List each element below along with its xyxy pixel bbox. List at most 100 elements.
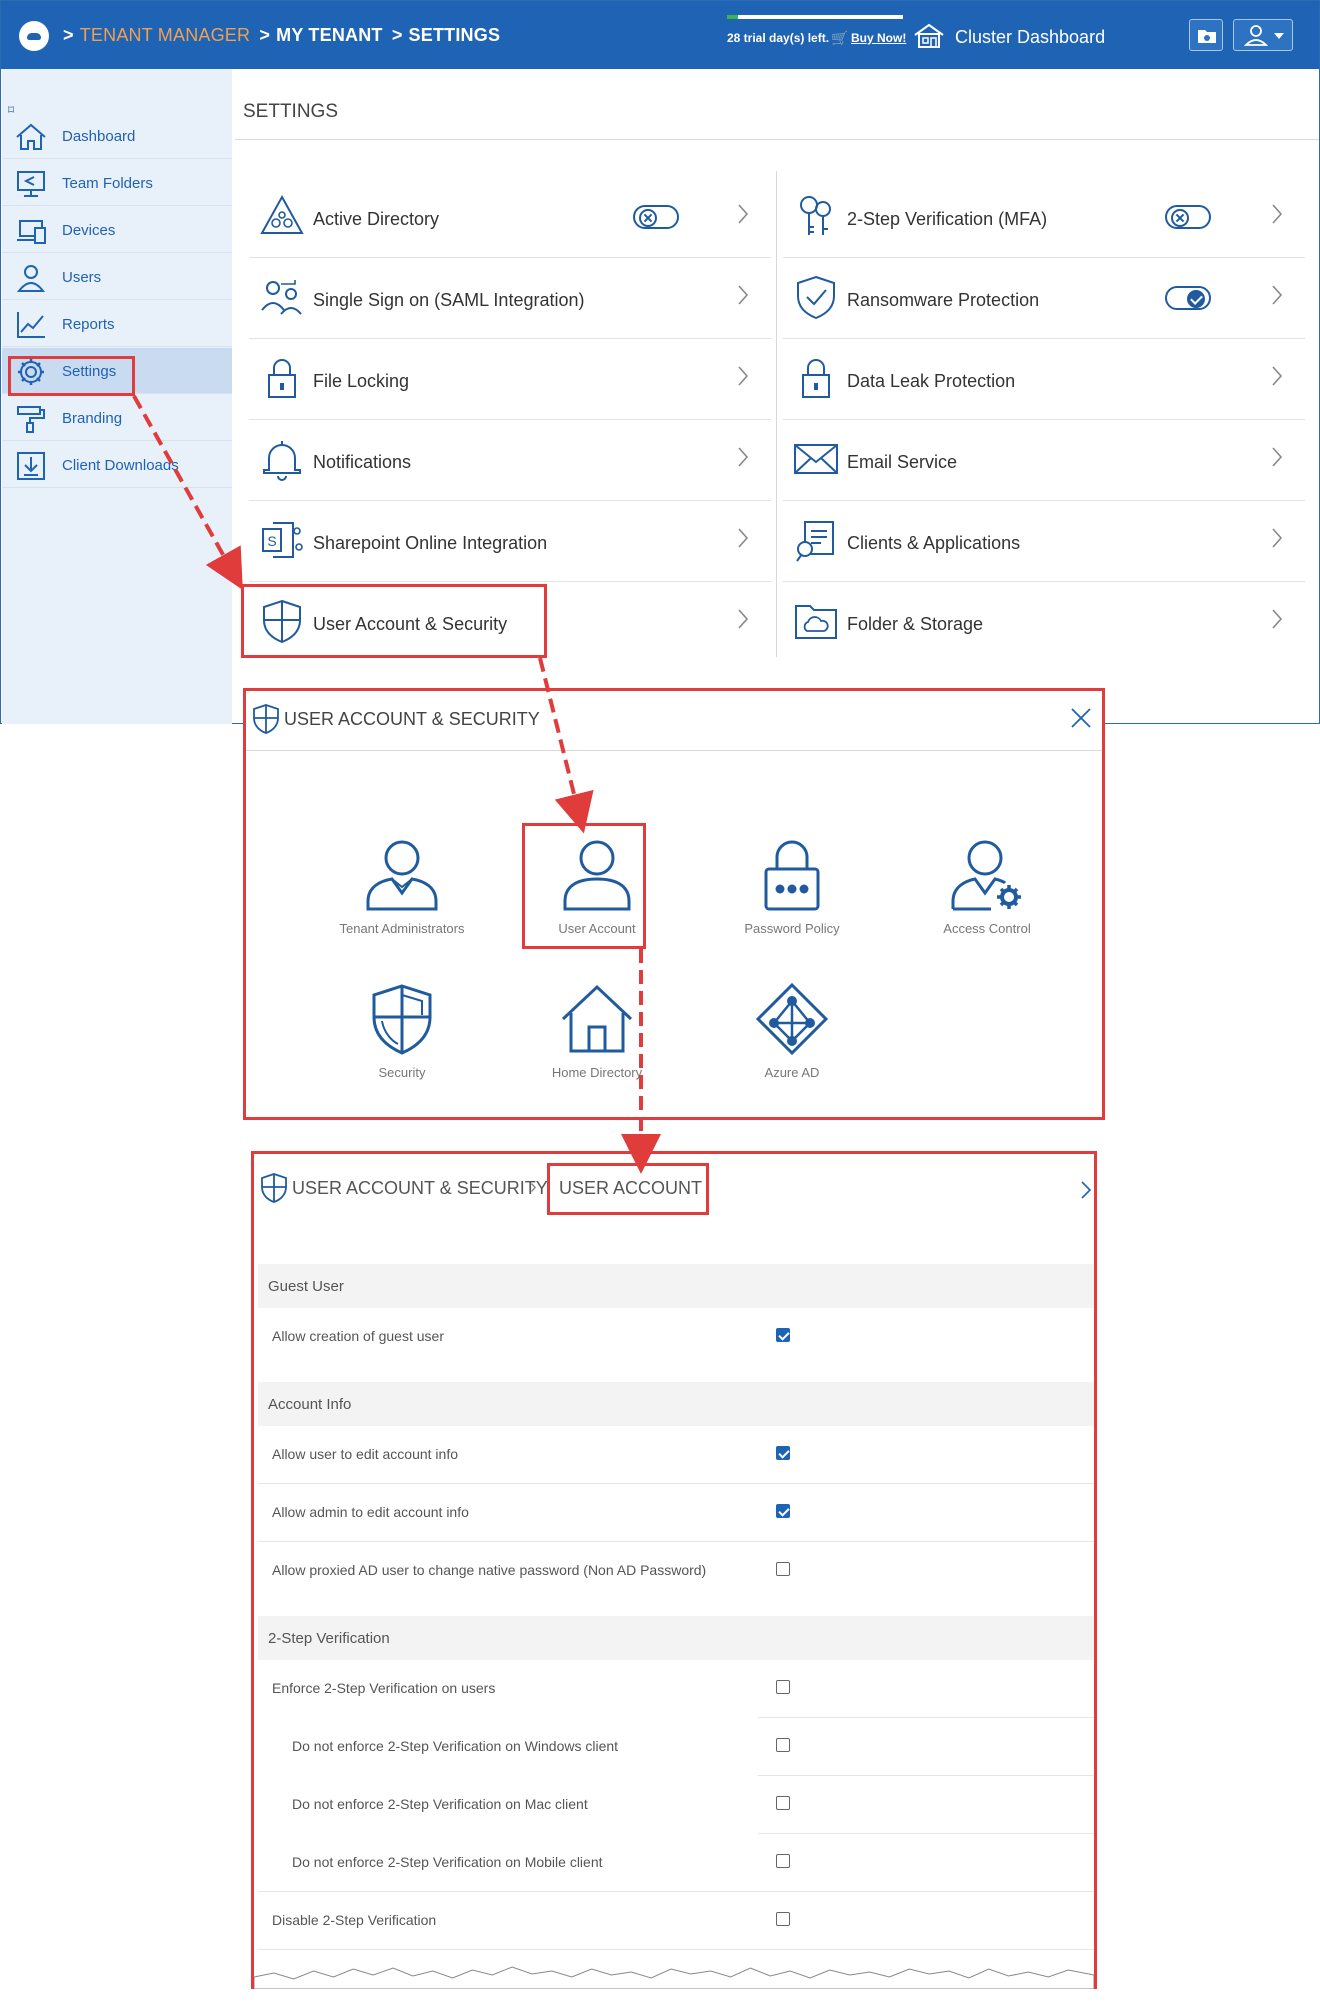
svg-text:S: S bbox=[267, 533, 276, 549]
sidebar-item-label: Devices bbox=[62, 222, 116, 239]
proxied-ad-checkbox[interactable] bbox=[776, 1562, 790, 1576]
folder-icon bbox=[1198, 30, 1216, 43]
settings-item-sharepoint[interactable]: S Sharepoint Online Integration bbox=[243, 501, 771, 582]
option-disable-2sv: Disable 2-Step Verification bbox=[258, 1892, 1094, 1950]
sidebar-item-label: Client Downloads bbox=[62, 457, 179, 474]
envelope-icon bbox=[794, 444, 838, 474]
tile-password-policy[interactable]: Password Policy bbox=[702, 839, 882, 949]
settings-item-data-leak-protection[interactable]: Data Leak Protection bbox=[777, 339, 1305, 420]
dialog-header: USER ACCOUNT & SECURITY bbox=[246, 691, 1102, 751]
chevron-right-icon[interactable] bbox=[1080, 1180, 1092, 1200]
option-enforce-2sv: Enforce 2-Step Verification on users bbox=[258, 1660, 1094, 1718]
option-label: Enforce 2-Step Verification on users bbox=[272, 1680, 496, 1696]
no-2sv-windows-checkbox[interactable] bbox=[776, 1738, 790, 1752]
user-account-security-highlight-box bbox=[241, 584, 547, 658]
settings-item-single-sign-on[interactable]: Single Sign on (SAML Integration) bbox=[243, 258, 771, 339]
no-2sv-mobile-checkbox[interactable] bbox=[776, 1854, 790, 1868]
cluster-house-icon[interactable] bbox=[913, 23, 945, 49]
tile-label: Access Control bbox=[943, 921, 1031, 936]
sidebar-item-reports[interactable]: Reports bbox=[2, 301, 232, 347]
ransomware-toggle[interactable] bbox=[1165, 286, 1211, 310]
admin-user-icon bbox=[366, 840, 438, 911]
settings-highlight-box bbox=[8, 356, 135, 396]
sidebar-item-label: Dashboard bbox=[62, 128, 136, 145]
password-lock-icon bbox=[764, 840, 820, 911]
chevron-right-icon bbox=[1272, 285, 1283, 305]
dialog-title: USER ACCOUNT & SECURITY bbox=[284, 709, 540, 729]
users-icon bbox=[16, 265, 46, 292]
cluster-dashboard-link[interactable]: Cluster Dashboard bbox=[955, 27, 1105, 48]
active-directory-toggle[interactable] bbox=[633, 205, 679, 229]
admin-edit-checkbox[interactable] bbox=[776, 1504, 790, 1518]
page-title: SETTINGS bbox=[243, 101, 339, 122]
sidebar-item-users[interactable]: Users bbox=[2, 254, 232, 300]
settings-item-ransomware-protection[interactable]: Ransomware Protection bbox=[777, 258, 1305, 339]
settings-item-clients-applications[interactable]: Clients & Applications bbox=[777, 501, 1305, 582]
user-menu-button[interactable] bbox=[1233, 19, 1293, 51]
breadcrumb-separator: > bbox=[259, 25, 271, 45]
settings-item-file-locking[interactable]: File Locking bbox=[243, 339, 771, 420]
option-label: Allow creation of guest user bbox=[272, 1328, 444, 1344]
option-allow-guest-user: Allow creation of guest user bbox=[258, 1308, 1094, 1366]
trial-days-text: 28 trial day(s) left. bbox=[727, 31, 830, 45]
settings-item-label: Ransomware Protection bbox=[847, 290, 1040, 310]
sidebar-item-label: Reports bbox=[62, 316, 115, 333]
chevron-right-icon bbox=[738, 447, 749, 467]
settings-item-active-directory[interactable]: Active Directory bbox=[243, 177, 771, 258]
option-no-2sv-mac: Do not enforce 2-Step Verification on Ma… bbox=[258, 1776, 1094, 1834]
settings-item-label: Active Directory bbox=[313, 209, 440, 229]
buy-now-link[interactable]: Buy Now! bbox=[851, 31, 906, 45]
mfa-toggle[interactable] bbox=[1165, 205, 1211, 229]
download-icon bbox=[17, 452, 45, 480]
settings-item-folder-storage[interactable]: Folder & Storage bbox=[777, 582, 1305, 663]
clients-applications-icon bbox=[796, 521, 834, 562]
tile-label: Azure AD bbox=[764, 1065, 820, 1080]
cloud-logo-icon[interactable] bbox=[19, 21, 49, 51]
settings-item-notifications[interactable]: Notifications bbox=[243, 420, 771, 501]
breadcrumb-tenant-manager[interactable]: TENANT MANAGER bbox=[80, 25, 251, 45]
folder-cloud-icon bbox=[795, 605, 837, 639]
disable-2sv-checkbox[interactable] bbox=[776, 1912, 790, 1926]
settings-item-label: Clients & Applications bbox=[847, 533, 1021, 553]
no-2sv-mac-checkbox[interactable] bbox=[776, 1796, 790, 1810]
section-account-info: Account Info bbox=[258, 1382, 1094, 1426]
sidebar-item-devices[interactable]: Devices bbox=[2, 207, 232, 253]
tile-label: Security bbox=[378, 1065, 426, 1080]
sidebar-item-dashboard[interactable]: Dashboard bbox=[2, 113, 232, 159]
breadcrumb-my-tenant[interactable]: MY TENANT bbox=[276, 25, 382, 45]
settings-item-label: Sharepoint Online Integration bbox=[313, 533, 548, 553]
chevron-right-icon bbox=[1272, 204, 1283, 224]
close-icon[interactable] bbox=[1068, 705, 1094, 731]
sidebar-item-label: Team Folders bbox=[62, 175, 153, 192]
option-user-edit-account: Allow user to edit account info bbox=[258, 1426, 1094, 1484]
cart-icon[interactable]: 🛒 bbox=[831, 30, 848, 47]
settings-item-email-service[interactable]: Email Service bbox=[777, 420, 1305, 501]
active-directory-icon bbox=[260, 194, 304, 234]
tile-azure-ad[interactable]: Azure AD bbox=[702, 983, 882, 1093]
folder-button[interactable] bbox=[1189, 19, 1223, 51]
sidebar-item-client-downloads[interactable]: Client Downloads bbox=[2, 442, 232, 488]
torn-edge bbox=[254, 1966, 1094, 1989]
chevron-right-icon bbox=[738, 366, 749, 386]
sidebar-item-branding[interactable]: Branding bbox=[2, 395, 232, 441]
settings-item-2-step-verification[interactable]: 2-Step Verification (MFA) bbox=[777, 177, 1305, 258]
option-admin-edit-account: Allow admin to edit account info bbox=[258, 1484, 1094, 1542]
top-bar: > TENANT MANAGER > MY TENANT > SETTINGS 28 … bbox=[1, 1, 1319, 69]
tile-label: Tenant Administrators bbox=[339, 921, 465, 936]
tile-tenant-administrators[interactable]: Tenant Administrators bbox=[312, 839, 492, 949]
tile-access-control[interactable]: Access Control bbox=[897, 839, 1077, 949]
reports-icon bbox=[17, 312, 45, 338]
allow-guest-checkbox[interactable] bbox=[776, 1328, 790, 1342]
option-label: Do not enforce 2-Step Verification on Mo… bbox=[292, 1854, 603, 1870]
tile-security[interactable]: Security bbox=[312, 983, 492, 1093]
tile-home-directory[interactable]: Home Directory bbox=[507, 983, 687, 1093]
devices-icon bbox=[17, 220, 46, 244]
breadcrumb-user-account-security[interactable]: USER ACCOUNT & SECURITY bbox=[292, 1178, 548, 1199]
option-label: Disable 2-Step Verification bbox=[272, 1912, 437, 1928]
settings-item-label: Folder & Storage bbox=[847, 614, 984, 634]
sidebar-item-team-folders[interactable]: Team Folders bbox=[2, 160, 232, 206]
user-edit-checkbox[interactable] bbox=[776, 1446, 790, 1460]
option-proxied-ad-password: Allow proxied AD user to change native p… bbox=[258, 1542, 1094, 1600]
tile-label: Password Policy bbox=[744, 921, 840, 936]
enforce-2sv-checkbox[interactable] bbox=[776, 1680, 790, 1694]
